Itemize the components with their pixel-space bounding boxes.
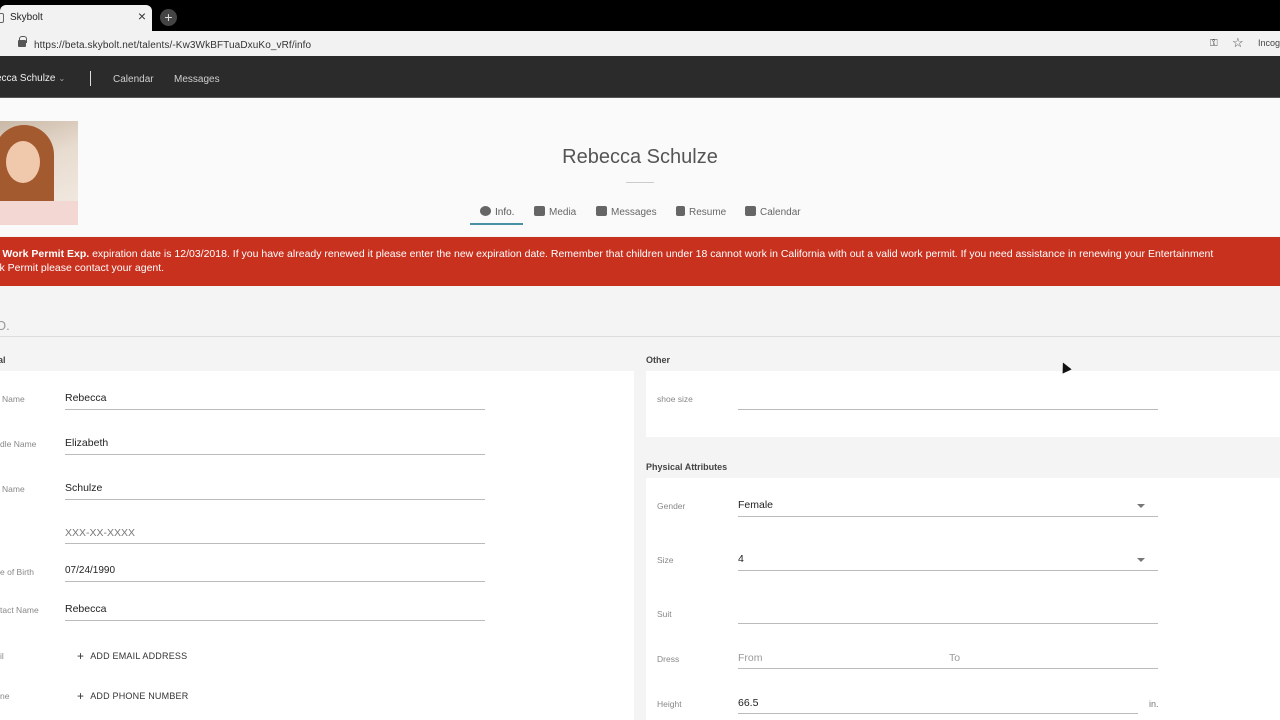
suit-label: Suit [657, 609, 672, 619]
nav-messages-link[interactable]: Messages [174, 74, 220, 85]
alert-line-2: rk Permit please contact your agent. [0, 262, 165, 274]
browser-tab-title: Skybolt [10, 12, 43, 23]
nav-divider [90, 71, 91, 86]
dress-label: Dress [657, 654, 680, 664]
alert-line-1: r Work Permit Exp. expiration date is 12… [2, 248, 1214, 260]
tab-media[interactable]: Media [534, 206, 576, 218]
contact-name-label: tact Name [0, 605, 39, 615]
other-card: shoe size [646, 371, 1280, 437]
size-label: Size [657, 555, 674, 565]
document-icon [676, 206, 685, 216]
lock-icon [18, 36, 27, 47]
tab-calendar-label: Calendar [760, 207, 801, 218]
tab-resume[interactable]: Resume [676, 206, 726, 218]
profile-photo[interactable] [0, 121, 78, 225]
size-value: 4 [738, 553, 744, 565]
info-icon [480, 206, 491, 216]
tab-messages[interactable]: Messages [596, 206, 657, 218]
height-label: Height [657, 699, 682, 709]
app-header: ecca Schulze ⌄ Calendar Messages [0, 56, 1280, 98]
tab-info-label: Info. [495, 207, 515, 218]
shoe-size-label: shoe size [657, 394, 693, 404]
last-name-field[interactable]: Schulze [65, 482, 102, 494]
middle-name-label: dle Name [0, 439, 37, 449]
browser-tab-bar: Skybolt × + [0, 0, 1280, 31]
tab-info[interactable]: Info. [480, 206, 514, 218]
date-of-birth-field[interactable]: 07/24/1990 [65, 565, 115, 576]
url-text: https://beta.skybolt.net/talents/-Kw3WkB… [34, 40, 312, 51]
plus-icon: + [77, 689, 85, 703]
add-phone-button[interactable]: + ADD PHONE NUMBER [77, 689, 188, 703]
tab-media-label: Media [549, 207, 577, 218]
incognito-label[interactable]: Incog [1258, 38, 1280, 48]
tab-close-icon[interactable]: × [138, 9, 146, 23]
key-icon[interactable]: ⚿ [1210, 38, 1218, 49]
dress-from-field[interactable]: From [738, 652, 763, 664]
address-bar: https://beta.skybolt.net/talents/-Kw3WkB… [0, 31, 1280, 56]
calendar-icon [745, 206, 756, 216]
info-heading: O. [0, 318, 10, 333]
nav-calendar-link[interactable]: Calendar [113, 74, 154, 85]
email-label: il [0, 651, 4, 661]
work-permit-alert: r Work Permit Exp. expiration date is 12… [0, 237, 1280, 286]
date-of-birth-label: e of Birth [0, 567, 35, 577]
url-field[interactable]: https://beta.skybolt.net/talents/-Kw3WkB… [4, 34, 1200, 54]
personal-section-title: al [0, 355, 6, 365]
dropdown-caret-icon [1137, 504, 1145, 508]
gender-label: Gender [657, 501, 686, 511]
first-name-field[interactable]: Rebecca [65, 392, 106, 404]
user-menu[interactable]: ecca Schulze ⌄ [0, 73, 65, 84]
height-unit: in. [1149, 699, 1159, 709]
other-section-title: Other [646, 355, 671, 365]
tab-messages-label: Messages [611, 207, 657, 218]
plus-icon: + [77, 649, 85, 663]
name-divider [626, 182, 654, 183]
browser-tab[interactable]: Skybolt × [0, 5, 152, 31]
profile-name: Rebecca Schulze [562, 146, 718, 168]
ssn-field[interactable]: XXX-XX-XXXX [65, 527, 135, 539]
dress-to-field[interactable]: To [949, 652, 960, 664]
phone-label: ne [0, 691, 10, 701]
personal-card: Name Rebecca dle Name Elizabeth Name Sch… [0, 371, 634, 720]
section-divider [0, 336, 1280, 337]
tab-calendar[interactable]: Calendar [745, 206, 801, 218]
bookmark-star-icon[interactable]: ☆ [1232, 35, 1244, 51]
gender-value: Female [738, 499, 774, 511]
physical-section-title: Physical Attributes [646, 462, 728, 472]
active-tab-indicator [470, 223, 523, 225]
new-tab-button[interactable]: + [160, 9, 177, 26]
contact-name-field[interactable]: Rebecca [65, 603, 106, 615]
user-name: ecca Schulze [0, 73, 56, 84]
height-field[interactable]: 66.5 [738, 697, 758, 709]
middle-name-field[interactable]: Elizabeth [65, 437, 108, 449]
add-email-button[interactable]: + ADD EMAIL ADDRESS [77, 649, 187, 663]
physical-card: Gender Female Size 4 Suit Dress From To … [646, 478, 1280, 720]
envelope-icon [596, 206, 607, 216]
last-name-label: Name [2, 484, 25, 494]
favicon-icon [0, 13, 4, 23]
chevron-down-icon: ⌄ [58, 74, 66, 83]
dropdown-caret-icon [1137, 558, 1145, 562]
tab-resume-label: Resume [689, 207, 727, 218]
first-name-label: Name [2, 394, 25, 404]
camera-icon [534, 206, 545, 216]
profile-header: Rebecca Schulze Info. Media Messages Res… [0, 98, 1280, 236]
